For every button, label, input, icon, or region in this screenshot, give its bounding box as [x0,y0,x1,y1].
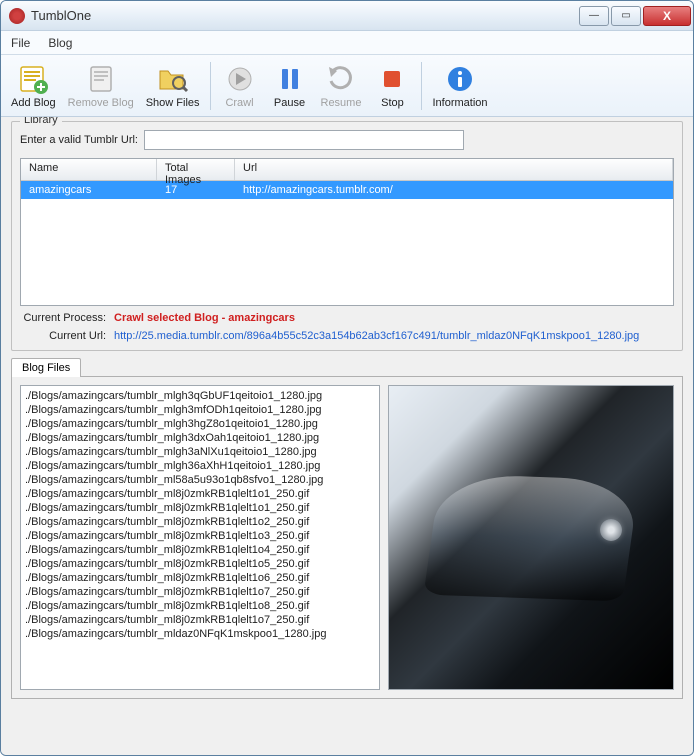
information-icon [444,63,476,95]
current-url-value: http://25.media.tumblr.com/896a4b55c52c3… [114,330,639,342]
list-item[interactable]: ./Blogs/amazingcars/tumblr_ml8j0zmkRB1ql… [25,585,375,599]
cell-name: amazingcars [21,184,157,196]
current-process-label: Current Process: [20,312,114,324]
list-item[interactable]: ./Blogs/amazingcars/tumblr_mlgh36aXhH1qe… [25,459,375,473]
toolbar-separator [210,62,211,110]
library-label: Library [20,117,62,126]
blog-grid[interactable]: Name Total Images Url amazingcars17http:… [20,158,674,306]
list-item[interactable]: ./Blogs/amazingcars/tumblr_ml8j0zmkRB1ql… [25,571,375,585]
column-name[interactable]: Name [21,159,157,180]
app-icon [9,8,25,24]
crawl-icon [224,63,256,95]
cell-total: 17 [157,184,235,196]
list-item[interactable]: ./Blogs/amazingcars/tumblr_ml8j0zmkRB1ql… [25,515,375,529]
stop-icon [376,63,408,95]
add-blog-icon [17,63,49,95]
minimize-button[interactable]: — [579,6,609,26]
information-button[interactable]: Information [426,57,493,115]
list-item[interactable]: ./Blogs/amazingcars/tumblr_ml8j0zmkRB1ql… [25,501,375,515]
current-url-label: Current Url: [20,330,114,342]
list-item[interactable]: ./Blogs/amazingcars/tumblr_ml8j0zmkRB1ql… [25,543,375,557]
resume-icon [325,63,357,95]
show-files-button[interactable]: Show Files [140,57,206,115]
list-item[interactable]: ./Blogs/amazingcars/tumblr_mldaz0NFqK1ms… [25,627,375,641]
url-input-label: Enter a valid Tumblr Url: [20,134,138,146]
list-item[interactable]: ./Blogs/amazingcars/tumblr_ml8j0zmkRB1ql… [25,529,375,543]
list-item[interactable]: ./Blogs/amazingcars/tumblr_mlgh3dxOah1qe… [25,431,375,445]
titlebar[interactable]: TumblOne — ▭ X [1,1,693,31]
list-item[interactable]: ./Blogs/amazingcars/tumblr_ml8j0zmkRB1ql… [25,613,375,627]
grid-header: Name Total Images Url [21,159,673,181]
content-area: Library Enter a valid Tumblr Url: Name T… [1,117,693,756]
menu-file[interactable]: File [11,36,30,50]
list-item[interactable]: ./Blogs/amazingcars/tumblr_ml8j0zmkRB1ql… [25,599,375,613]
list-item[interactable]: ./Blogs/amazingcars/tumblr_mlgh3aNlXu1qe… [25,445,375,459]
list-item[interactable]: ./Blogs/amazingcars/tumblr_mlgh3qGbUF1qe… [25,389,375,403]
menu-blog[interactable]: Blog [48,36,72,50]
list-item[interactable]: ./Blogs/amazingcars/tumblr_ml8j0zmkRB1ql… [25,487,375,501]
pause-button[interactable]: Pause [265,57,315,115]
add-blog-button[interactable]: Add Blog [5,57,62,115]
tabs: Blog Files ./Blogs/amazingcars/tumblr_ml… [11,357,683,699]
list-item[interactable]: ./Blogs/amazingcars/tumblr_mlgh3mfODh1qe… [25,403,375,417]
list-item[interactable]: ./Blogs/amazingcars/tumblr_mlgh3hgZ8o1qe… [25,417,375,431]
pause-icon [274,63,306,95]
column-url[interactable]: Url [235,159,673,180]
current-process-value: Crawl selected Blog - amazingcars [114,312,295,324]
toolbar-separator [421,62,422,110]
toolbar: Add Blog Remove Blog Show Files Crawl P [1,55,693,117]
table-row[interactable]: amazingcars17http://amazingcars.tumblr.c… [21,181,673,199]
library-group: Library Enter a valid Tumblr Url: Name T… [11,121,683,351]
menubar: File Blog [1,31,693,55]
app-window: TumblOne — ▭ X File Blog Add Blog Remove… [0,0,694,756]
window-title: TumblOne [31,8,577,23]
close-button[interactable]: X [643,6,691,26]
url-input[interactable] [144,130,464,150]
image-preview [388,385,674,690]
list-item[interactable]: ./Blogs/amazingcars/tumblr_ml58a5u93o1qb… [25,473,375,487]
file-list[interactable]: ./Blogs/amazingcars/tumblr_mlgh3qGbUF1qe… [20,385,380,690]
tab-panel: ./Blogs/amazingcars/tumblr_mlgh3qGbUF1qe… [11,377,683,699]
stop-button[interactable]: Stop [367,57,417,115]
show-files-icon [157,63,189,95]
tab-blog-files[interactable]: Blog Files [11,358,81,377]
resume-button[interactable]: Resume [315,57,368,115]
crawl-button[interactable]: Crawl [215,57,265,115]
column-total-images[interactable]: Total Images [157,159,235,180]
list-item[interactable]: ./Blogs/amazingcars/tumblr_ml8j0zmkRB1ql… [25,557,375,571]
maximize-button[interactable]: ▭ [611,6,641,26]
remove-blog-button[interactable]: Remove Blog [62,57,140,115]
remove-blog-icon [85,63,117,95]
cell-url: http://amazingcars.tumblr.com/ [235,184,673,196]
